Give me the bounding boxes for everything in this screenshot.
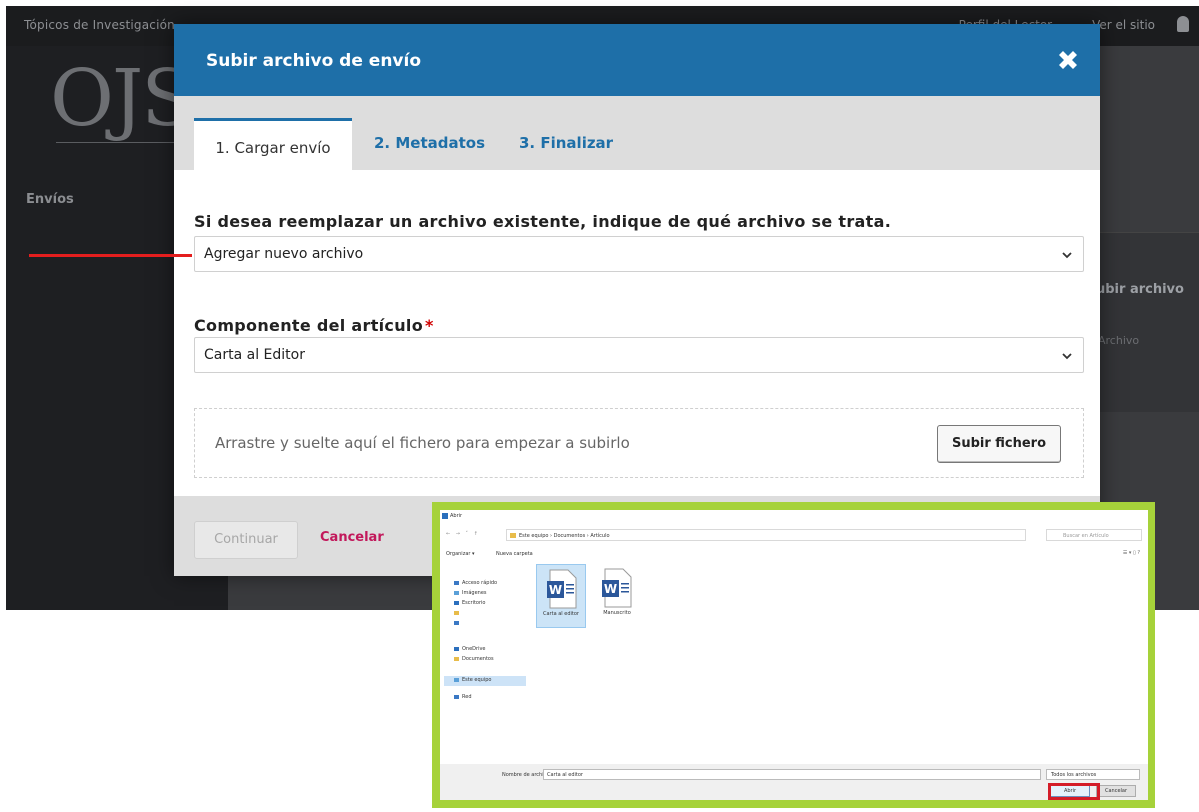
- computer-icon: [454, 677, 459, 682]
- star-icon: [454, 580, 459, 585]
- dropzone-text: Arrastre y suelte aquí el fichero para e…: [215, 434, 630, 452]
- site-title[interactable]: Tópicos de Investigación: [24, 18, 175, 32]
- address-path: Este equipo › Documentos › Artículo: [519, 533, 610, 539]
- dialog-sidebar: Acceso rápido Imágenes Escritorio OneDri…: [440, 566, 526, 756]
- desktop-icon: [454, 600, 459, 605]
- replace-file-label: Si desea reemplazar un archivo existente…: [194, 212, 892, 231]
- sidebar-item-download[interactable]: [454, 620, 462, 626]
- chevron-down-icon: [1062, 252, 1072, 259]
- replace-file-select[interactable]: Agregar nuevo archivo: [194, 236, 1084, 272]
- screen: Tópicos de Investigación Perfil del Lect…: [0, 0, 1199, 812]
- search-placeholder: Buscar en Artículo: [1063, 533, 1109, 539]
- tab-finalizar[interactable]: 3. Finalizar: [519, 118, 613, 170]
- download-icon: [454, 620, 459, 625]
- dialog-navbar: ← → ˅ ↑ Este equipo › Documentos › Artíc…: [440, 528, 1148, 542]
- folder-icon: [454, 610, 459, 615]
- svg-text:W: W: [604, 582, 617, 596]
- network-icon: [454, 694, 459, 699]
- tab-cargar-envio[interactable]: 1. Cargar envío: [194, 118, 352, 170]
- chevron-down-icon: [1062, 353, 1072, 360]
- word-document-icon: W: [602, 568, 632, 608]
- filename-value: Carta al editor: [547, 772, 583, 778]
- file-dropzone[interactable]: Arrastre y suelte aquí el fichero para e…: [194, 408, 1084, 478]
- continue-button[interactable]: Continuar: [194, 521, 298, 559]
- images-icon: [454, 590, 459, 595]
- required-mark: *: [425, 316, 434, 335]
- file-open-dialog: Abrir ← → ˅ ↑ Este equipo › Documentos ›…: [440, 510, 1148, 800]
- organize-button[interactable]: Organizar ▾: [446, 551, 475, 557]
- user-icon[interactable]: [1177, 16, 1189, 32]
- replace-file-value: Agregar nuevo archivo: [204, 246, 364, 262]
- word-document-icon: W: [547, 569, 577, 609]
- file-item-carta[interactable]: W Carta al editor: [536, 564, 586, 628]
- folder-icon: [454, 656, 459, 661]
- component-label: Componente del artículo *: [194, 316, 434, 335]
- view-site-link[interactable]: Ver el sitio: [1092, 18, 1155, 32]
- search-input[interactable]: Buscar en Artículo: [1046, 529, 1142, 541]
- sidebar-item-this-pc[interactable]: Este equipo: [454, 677, 491, 683]
- folder-icon: [510, 533, 516, 538]
- annotation-highlight-box: [1048, 783, 1100, 800]
- ojs-logo: OJS: [50, 54, 195, 144]
- sidebar-item-onedrive[interactable]: OneDrive: [454, 646, 486, 652]
- dialog-cancel-button[interactable]: Cancelar: [1096, 785, 1136, 797]
- sidebar-item-folder[interactable]: [454, 610, 462, 616]
- component-label-text: Componente del artículo: [194, 316, 423, 335]
- modal-header: Subir archivo de envío: [174, 24, 1100, 96]
- app-icon: [442, 513, 448, 519]
- sidebar-item-documents[interactable]: Documentos: [454, 656, 494, 662]
- background-upload-link[interactable]: ubir archivo: [1096, 282, 1184, 297]
- view-options-icon[interactable]: ☰ ▾ ▯ ?: [1123, 550, 1140, 556]
- modal-title: Subir archivo de envío: [206, 51, 422, 71]
- file-type-select[interactable]: Todos los archivos: [1046, 769, 1140, 780]
- component-select[interactable]: Carta al Editor: [194, 337, 1084, 373]
- upload-file-button[interactable]: Subir fichero: [937, 425, 1061, 463]
- background-panel: [1092, 232, 1199, 412]
- dialog-title: Abrir: [450, 513, 463, 519]
- file-name: Carta al editor: [543, 611, 579, 617]
- annotation-underline: [29, 254, 192, 257]
- cloud-icon: [454, 646, 459, 651]
- wizard-tabs: 1. Cargar envío 2. Metadatos 3. Finaliza…: [174, 96, 1100, 170]
- address-bar[interactable]: Este equipo › Documentos › Artículo: [506, 529, 1026, 541]
- dialog-titlebar: Abrir: [440, 510, 1148, 522]
- cancel-button[interactable]: Cancelar: [320, 530, 384, 545]
- close-icon[interactable]: [1054, 46, 1082, 74]
- nav-arrows-icon[interactable]: ← → ˅ ↑: [446, 531, 480, 537]
- new-folder-button[interactable]: Nueva carpeta: [496, 551, 533, 557]
- file-type-value: Todos los archivos: [1051, 772, 1097, 778]
- sidebar-item-quick-access[interactable]: Acceso rápido: [454, 580, 497, 586]
- file-name: Manuscrito: [603, 610, 631, 616]
- sidebar-item-network[interactable]: Red: [454, 694, 472, 700]
- dialog-toolbar: Organizar ▾ Nueva carpeta ☰ ▾ ▯ ?: [440, 548, 1148, 560]
- sidebar-item-desktop[interactable]: Escritorio: [454, 600, 485, 606]
- background-panel-text: Archivo: [1098, 334, 1140, 347]
- logo-underline: [56, 142, 176, 143]
- component-value: Carta al Editor: [204, 347, 305, 363]
- file-item-manuscrito[interactable]: W Manuscrito: [592, 564, 642, 628]
- tab-metadatos[interactable]: 2. Metadatos: [374, 118, 485, 170]
- filename-input[interactable]: Carta al editor: [543, 769, 1041, 780]
- upload-modal: Subir archivo de envío 1. Cargar envío 2…: [174, 24, 1100, 576]
- sidebar-item-envios[interactable]: Envíos: [26, 192, 74, 207]
- sidebar-item-images[interactable]: Imágenes: [454, 590, 487, 596]
- svg-text:W: W: [549, 583, 562, 597]
- dialog-bottom-bar: Nombre de archivo: Carta al editor Todos…: [440, 764, 1148, 800]
